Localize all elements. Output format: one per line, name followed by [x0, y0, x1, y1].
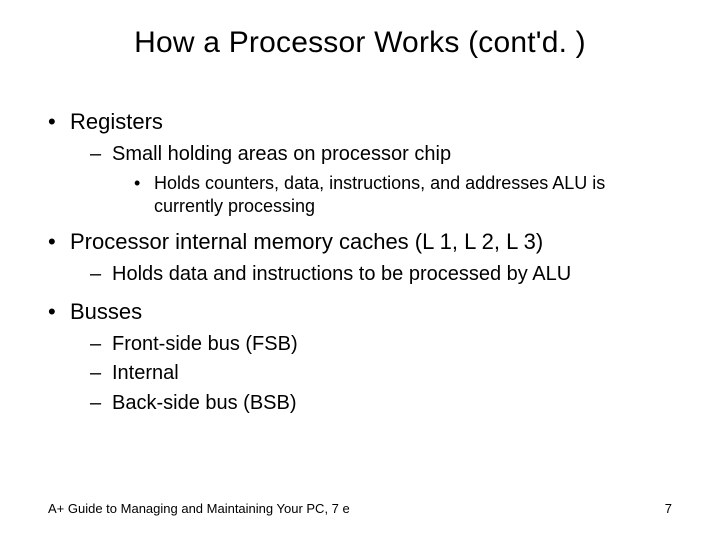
footer-source: A+ Guide to Managing and Maintaining You…	[48, 501, 350, 516]
slide-title: How a Processor Works (cont'd. )	[0, 26, 720, 60]
bullet-caches: Processor internal memory caches (L 1, L…	[48, 228, 672, 256]
slide-body: Registers Small holding areas on process…	[48, 108, 672, 421]
bullet-busses-sub1: Front-side bus (FSB)	[90, 332, 672, 358]
bullet-registers: Registers	[48, 108, 672, 136]
bullet-busses-sub2: Internal	[90, 361, 672, 387]
footer-page-number: 7	[665, 501, 672, 516]
bullet-caches-sub1: Holds data and instructions to be proces…	[90, 262, 672, 288]
bullet-busses: Busses	[48, 298, 672, 326]
bullet-registers-sub1: Small holding areas on processor chip	[90, 142, 672, 168]
slide: How a Processor Works (cont'd. ) Registe…	[0, 0, 720, 540]
bullet-busses-sub3: Back-side bus (BSB)	[90, 391, 672, 417]
bullet-registers-sub1a: Holds counters, data, instructions, and …	[134, 172, 672, 218]
